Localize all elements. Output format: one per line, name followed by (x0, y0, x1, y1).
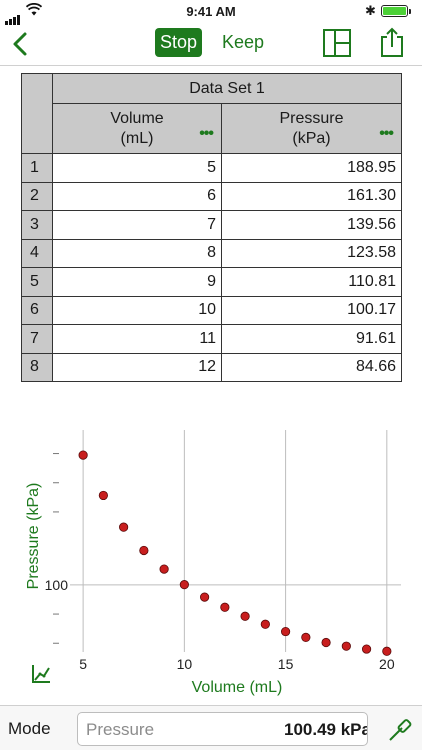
meter-value: 100.49 kPa (284, 720, 368, 739)
cell-pressure[interactable]: 188.95 (221, 153, 402, 183)
chevron-left-icon (13, 32, 27, 56)
share-button[interactable] (378, 26, 406, 58)
row-number: 5 (21, 267, 53, 297)
column-unit: (kPa) (292, 129, 331, 147)
row-number: 1 (21, 153, 53, 183)
data-point (78, 450, 88, 460)
keep-button[interactable]: Keep (222, 28, 264, 57)
data-point (301, 632, 311, 643)
back-button[interactable] (8, 30, 34, 58)
cell-volume[interactable]: 6 (52, 181, 222, 211)
data-table: Data Set 1 Volume (mL) ••• Pressure (kPa… (21, 73, 402, 382)
row-number: 3 (21, 210, 53, 240)
cell-pressure[interactable]: 139.56 (221, 210, 402, 240)
bottom-bar: Mode Pressure 100.49 kPa (0, 705, 422, 750)
share-icon (381, 27, 403, 57)
cell-pressure[interactable]: 161.30 (221, 181, 402, 211)
data-point (200, 592, 210, 602)
row-number: 8 (21, 352, 53, 382)
cell-pressure[interactable]: 84.66 (221, 352, 402, 382)
status-bar: 9:41 AM ✱ (0, 0, 422, 25)
cell-volume[interactable]: 9 (52, 267, 222, 297)
column-header-volume[interactable]: Volume (mL) ••• (52, 103, 222, 154)
column-header-pressure[interactable]: Pressure (kPa) ••• (221, 103, 402, 154)
data-point (321, 637, 331, 648)
table-row[interactable]: 7 11 91.61 (21, 324, 402, 354)
data-point (119, 522, 129, 532)
column-unit: (mL) (120, 129, 154, 147)
mode-button[interactable]: Mode (8, 719, 51, 739)
data-point (220, 602, 230, 612)
row-number: 7 (21, 324, 53, 354)
meter-sensor-name: Pressure (86, 720, 155, 739)
cell-pressure[interactable]: 123.58 (221, 238, 402, 268)
x-tick-label: 5 (79, 656, 87, 672)
cell-pressure[interactable]: 91.61 (221, 324, 402, 354)
data-point (240, 611, 250, 621)
data-point (159, 564, 169, 574)
x-tick-label: 20 (379, 656, 395, 672)
row-number: 2 (21, 181, 53, 211)
graph-tools-icon (32, 665, 50, 683)
cell-volume[interactable]: 11 (52, 324, 222, 354)
table-row[interactable]: 3 7 139.56 (21, 210, 402, 240)
data-point (98, 490, 108, 501)
table-row[interactable]: 1 5 188.95 (21, 153, 402, 183)
bluetooth-icon: ✱ (365, 3, 376, 18)
cell-volume[interactable]: 7 (52, 210, 222, 240)
battery-level (383, 7, 406, 15)
clock: 9:41 AM (186, 4, 236, 19)
battery-icon (381, 5, 411, 17)
table-row[interactable]: 5 9 110.81 (21, 267, 402, 297)
scatter-chart[interactable]: 5 10 15 20 100 Volume (mL) Pressure (kPa) (0, 420, 422, 705)
row-number: 4 (21, 238, 53, 268)
cell-volume[interactable]: 10 (52, 295, 222, 325)
x-axis-label: Volume (mL) (192, 679, 283, 696)
data-point (361, 644, 372, 654)
x-tick-label: 15 (278, 656, 294, 672)
table-row[interactable]: 8 12 84.66 (21, 352, 402, 382)
column-name: Pressure (279, 109, 344, 127)
data-point (139, 545, 149, 556)
column-menu-icon[interactable]: ••• (379, 124, 394, 144)
cell-pressure[interactable]: 110.81 (221, 267, 402, 297)
layout-button[interactable] (322, 28, 352, 58)
sensor-probe-button[interactable] (388, 716, 414, 742)
cell-volume[interactable]: 8 (52, 238, 222, 268)
data-point (179, 580, 189, 590)
column-name: Volume (110, 109, 164, 127)
y-tick-label: 100 (45, 577, 69, 593)
data-point (280, 626, 291, 637)
column-menu-icon[interactable]: ••• (199, 124, 214, 144)
graph-tools-button[interactable] (30, 663, 52, 685)
table-row[interactable]: 2 6 161.30 (21, 181, 402, 211)
data-point (341, 641, 351, 651)
layout-icon (323, 29, 351, 57)
meter-readout[interactable]: Pressure 100.49 kPa (77, 712, 368, 746)
stop-button[interactable]: Stop (155, 28, 202, 57)
table-row[interactable]: 4 8 123.58 (21, 238, 402, 268)
data-point (260, 619, 270, 629)
y-axis-label: Pressure (kPa) (25, 483, 42, 590)
cell-volume[interactable]: 12 (52, 352, 222, 382)
graph[interactable]: 5 10 15 20 100 Volume (mL) Pressure (kPa) (0, 420, 422, 705)
nav-bar: Stop Keep (0, 22, 422, 66)
dataset-title[interactable]: Data Set 1 (52, 73, 402, 104)
cell-volume[interactable]: 5 (52, 153, 222, 183)
row-number: 6 (21, 295, 53, 325)
x-tick-label: 10 (177, 656, 193, 672)
data-point (382, 646, 392, 656)
probe-icon (389, 719, 412, 741)
table-row[interactable]: 6 10 100.17 (21, 295, 402, 325)
table-corner (21, 73, 53, 154)
cell-pressure[interactable]: 100.17 (221, 295, 402, 325)
